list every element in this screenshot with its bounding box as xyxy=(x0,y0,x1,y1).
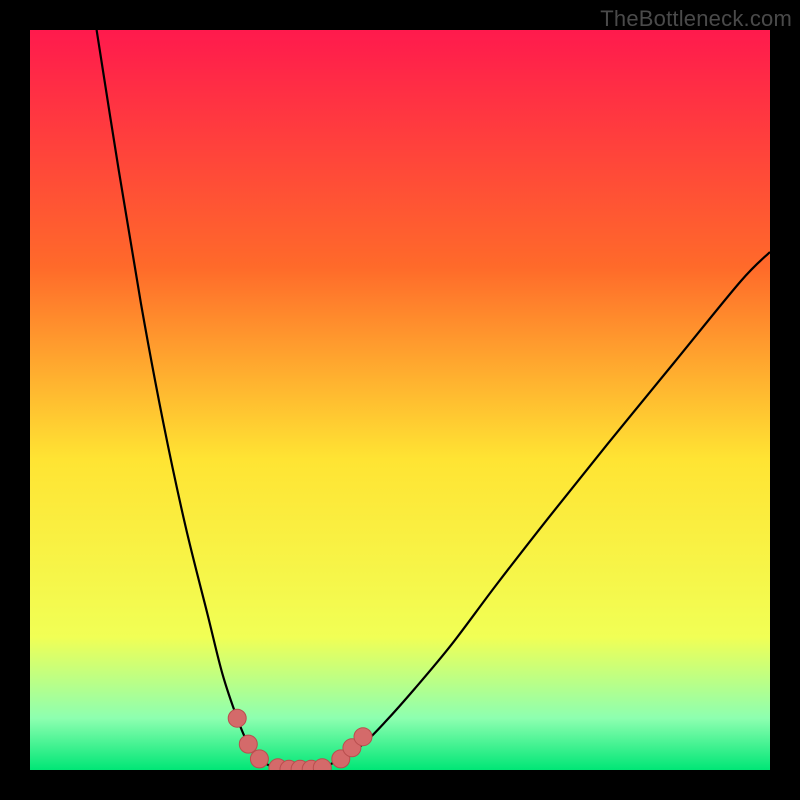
chart-plot-area xyxy=(30,30,770,770)
left-dot-1 xyxy=(228,709,246,727)
chart-svg xyxy=(30,30,770,770)
watermark-text: TheBottleneck.com xyxy=(600,6,792,32)
left-dot-2 xyxy=(239,735,257,753)
gradient-background xyxy=(30,30,770,770)
right-dot-3 xyxy=(354,728,372,746)
chart-frame: TheBottleneck.com xyxy=(0,0,800,800)
left-dot-3 xyxy=(250,750,268,768)
